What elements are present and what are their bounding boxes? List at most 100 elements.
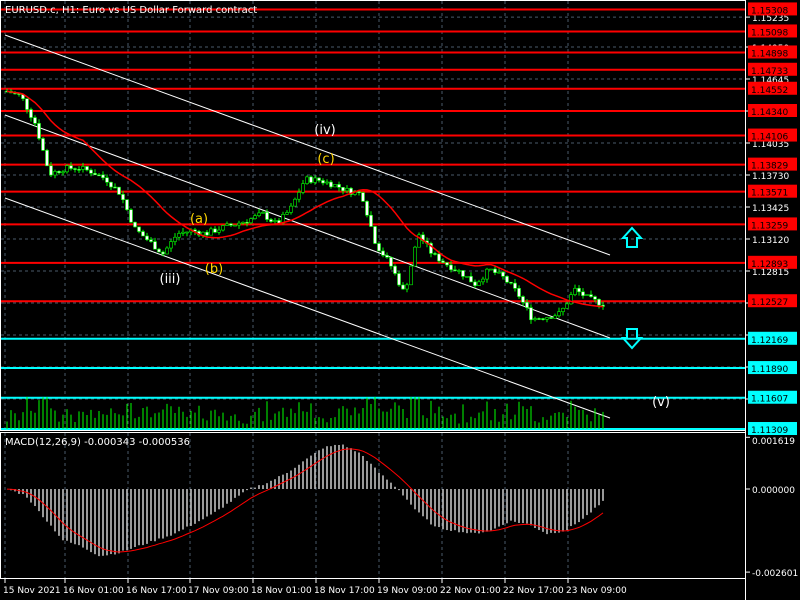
candle[interactable] xyxy=(241,221,245,224)
candle[interactable] xyxy=(341,187,345,192)
candle[interactable] xyxy=(329,181,333,188)
candle[interactable] xyxy=(97,174,101,177)
candle[interactable] xyxy=(89,169,93,174)
candle[interactable] xyxy=(77,169,81,171)
candle[interactable] xyxy=(361,192,365,202)
candle[interactable] xyxy=(61,171,65,174)
candle[interactable] xyxy=(485,268,489,280)
candle[interactable] xyxy=(473,281,477,286)
candle[interactable] xyxy=(365,201,369,216)
candle[interactable] xyxy=(501,271,505,277)
candle[interactable] xyxy=(317,177,321,181)
candle[interactable] xyxy=(409,265,413,286)
trading-chart[interactable]: (iii) (a) (b) (iv) (c) (v) EURUSD.c, H1: Euro… xyxy=(0,0,800,600)
price-axis[interactable]: 1.152351.149501.146451.143401.140351.137… xyxy=(745,0,797,600)
candle[interactable] xyxy=(477,281,481,286)
candle[interactable] xyxy=(513,282,517,289)
candle[interactable] xyxy=(441,260,445,263)
candle[interactable] xyxy=(181,231,185,234)
candle[interactable] xyxy=(569,294,573,305)
candle[interactable] xyxy=(457,270,461,272)
candle[interactable] xyxy=(397,273,401,286)
candle[interactable] xyxy=(333,184,337,188)
candle[interactable] xyxy=(565,303,569,309)
candle[interactable] xyxy=(293,198,297,207)
candle[interactable] xyxy=(357,191,361,193)
candle[interactable] xyxy=(449,264,453,271)
candle[interactable] xyxy=(137,226,141,232)
candle[interactable] xyxy=(453,269,457,272)
candle[interactable] xyxy=(117,186,121,195)
candle[interactable] xyxy=(305,176,309,184)
candle[interactable] xyxy=(401,284,405,290)
candle[interactable] xyxy=(381,250,385,256)
candle[interactable] xyxy=(165,247,169,255)
candle[interactable] xyxy=(345,187,349,192)
candle[interactable] xyxy=(161,251,165,255)
candle[interactable] xyxy=(469,276,473,283)
candle[interactable] xyxy=(153,241,157,250)
candle[interactable] xyxy=(285,212,289,215)
candle[interactable] xyxy=(25,98,29,110)
candle[interactable] xyxy=(209,228,213,236)
candle[interactable] xyxy=(253,215,257,219)
candle[interactable] xyxy=(377,243,381,252)
candle[interactable] xyxy=(205,231,209,236)
candle[interactable] xyxy=(445,262,449,266)
candle[interactable] xyxy=(145,235,149,241)
candle[interactable] xyxy=(125,199,129,211)
candle[interactable] xyxy=(521,296,525,303)
candle[interactable] xyxy=(505,276,509,283)
candle[interactable] xyxy=(297,192,301,200)
candle[interactable] xyxy=(465,276,469,278)
candle[interactable] xyxy=(481,278,485,283)
candle[interactable] xyxy=(249,218,253,224)
candle[interactable] xyxy=(81,166,85,170)
candle[interactable] xyxy=(113,186,117,189)
candle[interactable] xyxy=(385,255,389,258)
candle[interactable] xyxy=(549,317,553,319)
candle[interactable] xyxy=(69,165,73,169)
candle[interactable] xyxy=(369,214,373,227)
candle[interactable] xyxy=(45,150,49,167)
candle[interactable] xyxy=(213,228,217,233)
candle[interactable] xyxy=(53,170,57,176)
candle[interactable] xyxy=(557,311,561,317)
candle[interactable] xyxy=(129,209,133,223)
candle[interactable] xyxy=(537,318,541,320)
candle[interactable] xyxy=(245,221,249,224)
candle[interactable] xyxy=(561,307,565,312)
candle[interactable] xyxy=(517,288,521,297)
time-axis[interactable]: 15 Nov 2021 16 Nov 01:00 16 Nov 17:00 17 No… xyxy=(3,578,627,596)
candle[interactable] xyxy=(313,177,317,183)
candle[interactable] xyxy=(85,166,89,171)
candle[interactable] xyxy=(585,294,589,296)
candle[interactable] xyxy=(529,307,533,321)
candle[interactable] xyxy=(541,318,545,320)
candle[interactable] xyxy=(101,174,105,179)
candle[interactable] xyxy=(141,231,145,237)
candle[interactable] xyxy=(133,221,137,228)
candle[interactable] xyxy=(581,291,585,296)
candle[interactable] xyxy=(261,212,265,214)
candle[interactable] xyxy=(437,253,441,262)
candle[interactable] xyxy=(257,212,261,216)
candle[interactable] xyxy=(489,268,493,271)
candle[interactable] xyxy=(497,271,501,274)
candle[interactable] xyxy=(533,318,537,321)
channel-middle-line[interactable] xyxy=(4,114,611,339)
candle[interactable] xyxy=(405,284,409,290)
candle[interactable] xyxy=(337,184,341,188)
candle[interactable] xyxy=(553,315,557,319)
candle[interactable] xyxy=(573,287,577,295)
candle[interactable] xyxy=(109,181,113,188)
candle[interactable] xyxy=(525,302,529,308)
candle[interactable] xyxy=(29,109,33,118)
candle[interactable] xyxy=(593,296,597,300)
candle[interactable] xyxy=(433,253,437,255)
candle[interactable] xyxy=(185,231,189,234)
candle[interactable] xyxy=(237,222,241,226)
candle[interactable] xyxy=(289,205,293,213)
candle[interactable] xyxy=(309,176,313,183)
candle[interactable] xyxy=(273,220,277,222)
